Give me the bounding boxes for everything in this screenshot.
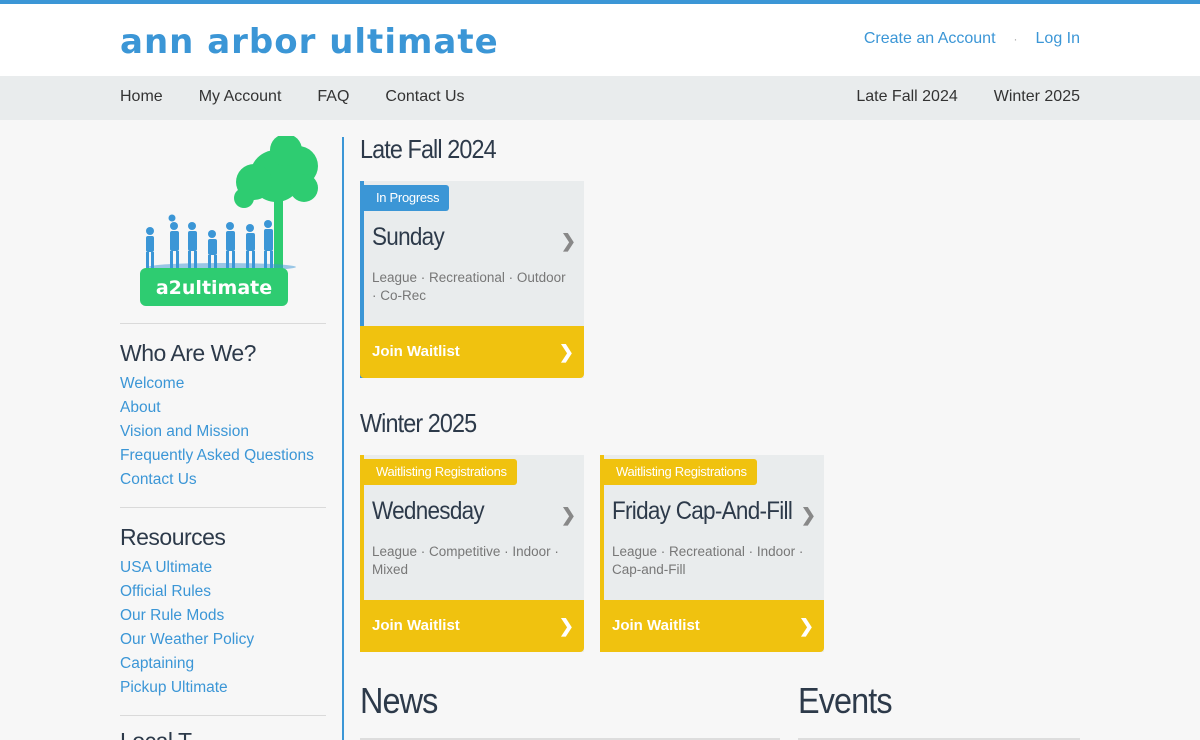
resources-links: USA Ultimate Official Rules Our Rule Mod… [120, 556, 254, 700]
login-link[interactable]: Log In [1036, 30, 1080, 48]
chevron-right-icon: ❯ [558, 342, 574, 362]
nav-home[interactable]: Home [120, 88, 163, 106]
sidebar-link-official-rules[interactable]: Official Rules [120, 580, 254, 604]
content-divider [342, 137, 344, 740]
resources-heading: Resources [120, 524, 226, 550]
join-waitlist-button[interactable]: Join Waitlist ❯ [360, 600, 584, 652]
logo-text: a2ultimate [156, 277, 272, 299]
sidebar-link-contact-us[interactable]: Contact Us [120, 468, 314, 492]
join-waitlist-button[interactable]: Join Waitlist ❯ [360, 326, 584, 378]
sidebar-link-captaining[interactable]: Captaining [120, 652, 254, 676]
sidebar-divider [120, 323, 326, 324]
auth-separator: · [1013, 32, 1018, 46]
create-account-link[interactable]: Create an Account [864, 30, 996, 48]
sidebar-link-rule-mods[interactable]: Our Rule Mods [120, 604, 254, 628]
join-waitlist-label: Join Waitlist [372, 343, 460, 360]
join-waitlist-button[interactable]: Join Waitlist ❯ [600, 600, 824, 652]
events-heading: Events [798, 680, 893, 721]
sidebar-link-usa-ultimate[interactable]: USA Ultimate [120, 556, 254, 580]
chevron-right-icon[interactable]: ❯ [801, 505, 816, 526]
league-card-wednesday[interactable]: Waitlisting Registrations Wednesday ❯ Le… [360, 455, 584, 652]
nav-contact-us[interactable]: Contact Us [385, 88, 464, 106]
main-nav: Home My Account FAQ Contact Us Late Fall… [0, 76, 1200, 120]
league-tags: League · Competitive · Indoor · Mixed [372, 544, 559, 577]
status-badge: Waitlisting Registrations [364, 459, 517, 485]
winter-2025-heading: Winter 2025 [360, 408, 477, 438]
sidebar-divider [120, 507, 326, 508]
league-card-friday-cap-and-fill[interactable]: Waitlisting Registrations Friday Cap-And… [600, 455, 824, 652]
nav-winter-2025[interactable]: Winter 2025 [994, 88, 1080, 106]
nav-faq[interactable]: FAQ [317, 88, 349, 106]
status-badge: Waitlisting Registrations [604, 459, 757, 485]
join-waitlist-label: Join Waitlist [612, 617, 700, 634]
league-tags: League · Recreational · Indoor · Cap-and… [612, 544, 804, 577]
sidebar-link-welcome[interactable]: Welcome [120, 372, 314, 396]
late-fall-2024-heading: Late Fall 2024 [360, 134, 497, 164]
site-header: ann arbor ultimate Create an Account · L… [0, 4, 1200, 76]
auth-links: Create an Account · Log In [864, 30, 1080, 48]
who-are-we-links: Welcome About Vision and Mission Frequen… [120, 372, 314, 492]
site-brand-link[interactable]: ann arbor ultimate [120, 22, 499, 62]
nav-my-account[interactable]: My Account [199, 88, 282, 106]
league-name[interactable]: Sunday [372, 223, 445, 252]
a2ultimate-logo[interactable]: a2ultimate [126, 136, 322, 308]
local-heading-cut: Local T... [120, 728, 207, 740]
chevron-right-icon[interactable]: ❯ [561, 505, 576, 526]
nav-late-fall-2024[interactable]: Late Fall 2024 [856, 88, 957, 106]
chevron-right-icon[interactable]: ❯ [561, 231, 576, 252]
sidebar-link-weather-policy[interactable]: Our Weather Policy [120, 628, 254, 652]
sidebar-link-pickup-ultimate[interactable]: Pickup Ultimate [120, 676, 254, 700]
sidebar-link-about[interactable]: About [120, 396, 314, 420]
news-heading: News [360, 680, 438, 721]
sidebar-divider [120, 715, 326, 716]
status-badge: In Progress [364, 185, 450, 211]
sidebar-link-faq[interactable]: Frequently Asked Questions [120, 444, 314, 468]
chevron-right-icon: ❯ [798, 616, 814, 636]
league-name[interactable]: Wednesday [372, 497, 485, 526]
league-tags: League · Recreational · Outdoor · Co-Rec [372, 270, 566, 303]
chevron-right-icon: ❯ [558, 616, 574, 636]
league-name[interactable]: Friday Cap-And-Fill [612, 497, 793, 526]
who-are-we-heading: Who Are We? [120, 340, 256, 366]
league-card-sunday[interactable]: In Progress Sunday ❯ League · Recreation… [360, 181, 584, 378]
sidebar-link-vision-mission[interactable]: Vision and Mission [120, 420, 314, 444]
join-waitlist-label: Join Waitlist [372, 617, 460, 634]
